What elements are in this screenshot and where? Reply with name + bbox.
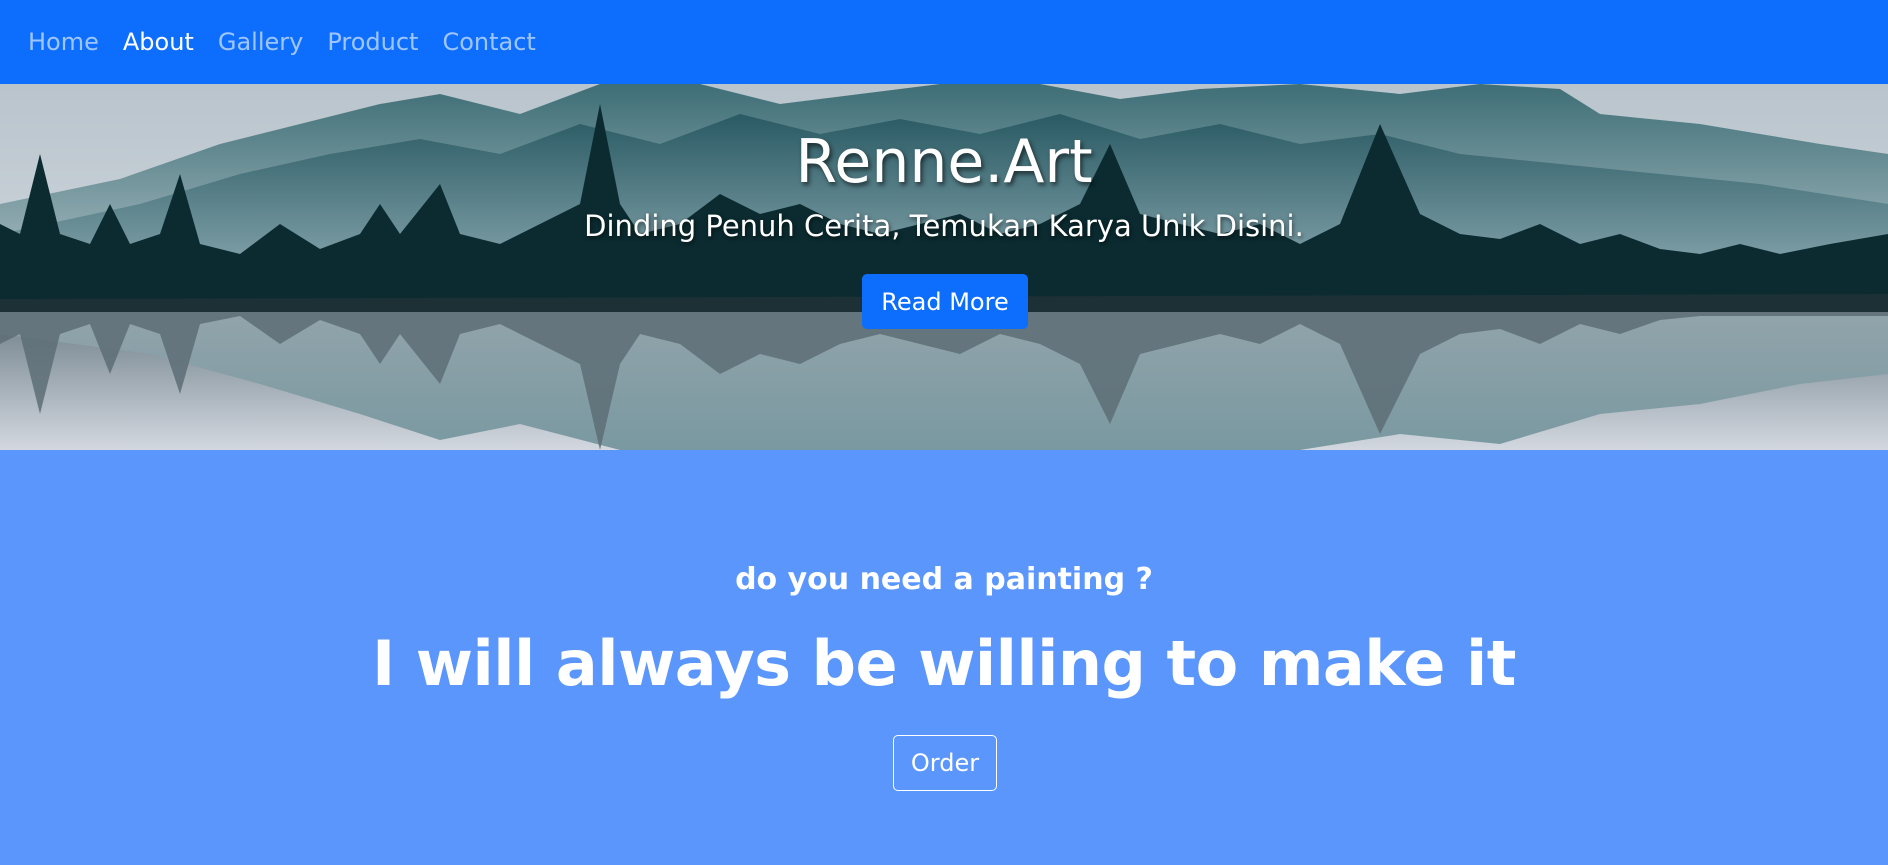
nav-link-home[interactable]: Home [28, 28, 99, 56]
nav-link-gallery[interactable]: Gallery [218, 28, 303, 56]
nav-link-about[interactable]: About [123, 28, 194, 56]
read-more-button[interactable]: Read More [862, 274, 1028, 329]
about-section: do you need a painting ? I will always b… [0, 450, 1888, 865]
about-question: do you need a painting ? [735, 562, 1153, 597]
hero-section: Renne.Art Dinding Penuh Cerita, Temukan … [0, 84, 1888, 450]
navbar: Home About Gallery Product Contact [0, 0, 1888, 84]
order-button[interactable]: Order [893, 735, 997, 791]
nav-link-product[interactable]: Product [327, 28, 418, 56]
hero-title: Renne.Art [795, 127, 1093, 197]
nav-link-contact[interactable]: Contact [442, 28, 535, 56]
hero-subtitle: Dinding Penuh Cerita, Temukan Karya Unik… [584, 209, 1304, 243]
about-headline: I will always be willing to make it [372, 627, 1516, 700]
